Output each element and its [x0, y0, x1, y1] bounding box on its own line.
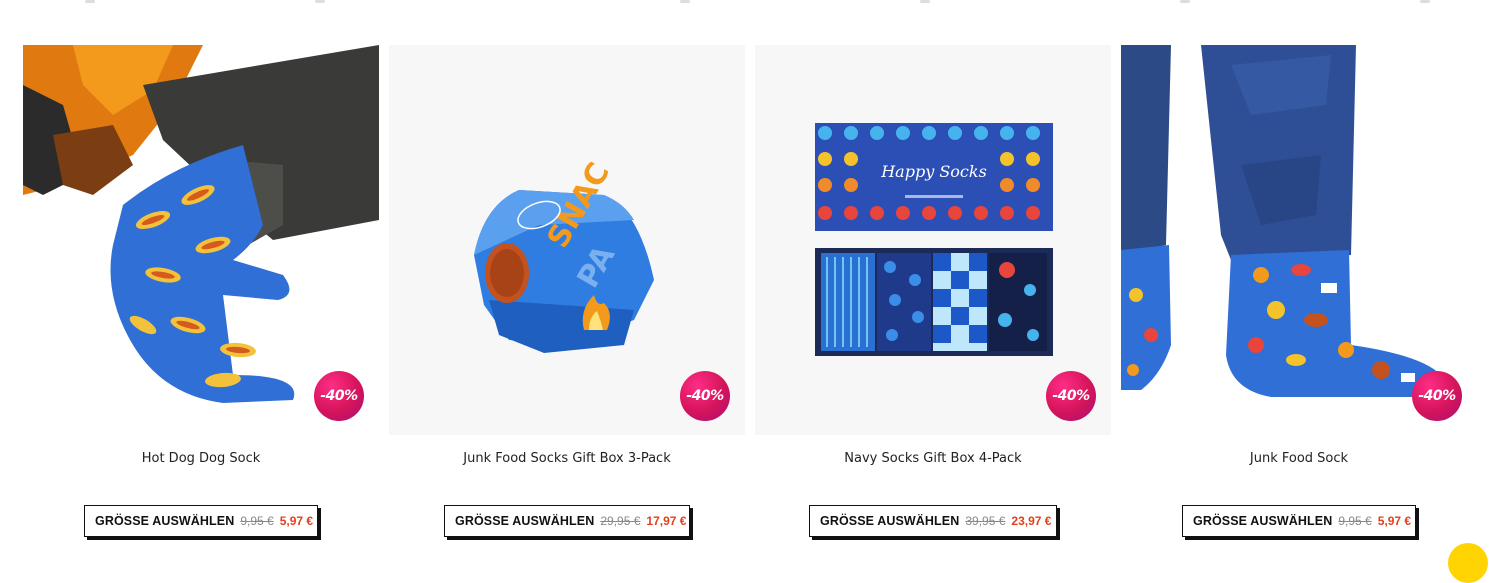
discount-badge: -40% — [314, 371, 364, 421]
svg-text:Happy Socks: Happy Socks — [880, 162, 987, 181]
product-image[interactable]: -40% — [23, 45, 379, 435]
product-card[interactable]: SNAC PA -40% Junk Food Socks Gift Box 3-… — [389, 45, 745, 552]
old-price: 39,95 € — [965, 514, 1006, 528]
product-card[interactable]: Happy Socks -40% Navy Socks Gift Box 4-P… — [755, 45, 1111, 552]
select-size-label: GRÖSSE AUSWÄHLEN — [455, 514, 595, 528]
product-grid: -40% Hot Dog Dog Sock GRÖSSE AUSWÄHLEN 9… — [23, 45, 1477, 552]
product-image[interactable]: -40% — [1121, 45, 1477, 435]
header-edge — [0, 0, 1497, 10]
discount-badge: -40% — [1046, 371, 1096, 421]
sale-price: 5,97 € — [279, 514, 314, 528]
product-name[interactable]: Navy Socks Gift Box 4-Pack — [755, 451, 1111, 466]
sale-price: 17,97 € — [646, 514, 687, 528]
discount-badge: -40% — [1412, 371, 1462, 421]
select-size-label: GRÖSSE AUSWÄHLEN — [820, 514, 960, 528]
select-size-button[interactable]: GRÖSSE AUSWÄHLEN 9,95 € 5,97 € — [1182, 505, 1416, 537]
select-size-button[interactable]: GRÖSSE AUSWÄHLEN 29,95 € 17,97 € — [444, 505, 690, 537]
discount-badge: -40% — [680, 371, 730, 421]
product-name[interactable]: Junk Food Sock — [1121, 451, 1477, 466]
sale-price: 23,97 € — [1011, 514, 1052, 528]
select-size-label: GRÖSSE AUSWÄHLEN — [1193, 514, 1333, 528]
product-card[interactable]: -40% Hot Dog Dog Sock GRÖSSE AUSWÄHLEN 9… — [23, 45, 379, 552]
chat-bubble-icon[interactable] — [1448, 543, 1488, 583]
product-name[interactable]: Hot Dog Dog Sock — [23, 451, 379, 466]
select-size-button[interactable]: GRÖSSE AUSWÄHLEN 39,95 € 23,97 € — [809, 505, 1057, 537]
product-name[interactable]: Junk Food Socks Gift Box 3-Pack — [389, 451, 745, 466]
old-price: 9,95 € — [1338, 514, 1372, 528]
select-size-button[interactable]: GRÖSSE AUSWÄHLEN 9,95 € 5,97 € — [84, 505, 318, 537]
select-size-label: GRÖSSE AUSWÄHLEN — [95, 514, 235, 528]
old-price: 9,95 € — [240, 514, 274, 528]
product-card[interactable]: -40% Junk Food Sock GRÖSSE AUSWÄHLEN 9,9… — [1121, 45, 1477, 552]
sale-price: 5,97 € — [1377, 514, 1412, 528]
old-price: 29,95 € — [600, 514, 641, 528]
product-image[interactable]: Happy Socks -40% — [755, 45, 1111, 435]
product-image[interactable]: SNAC PA -40% — [389, 45, 745, 435]
